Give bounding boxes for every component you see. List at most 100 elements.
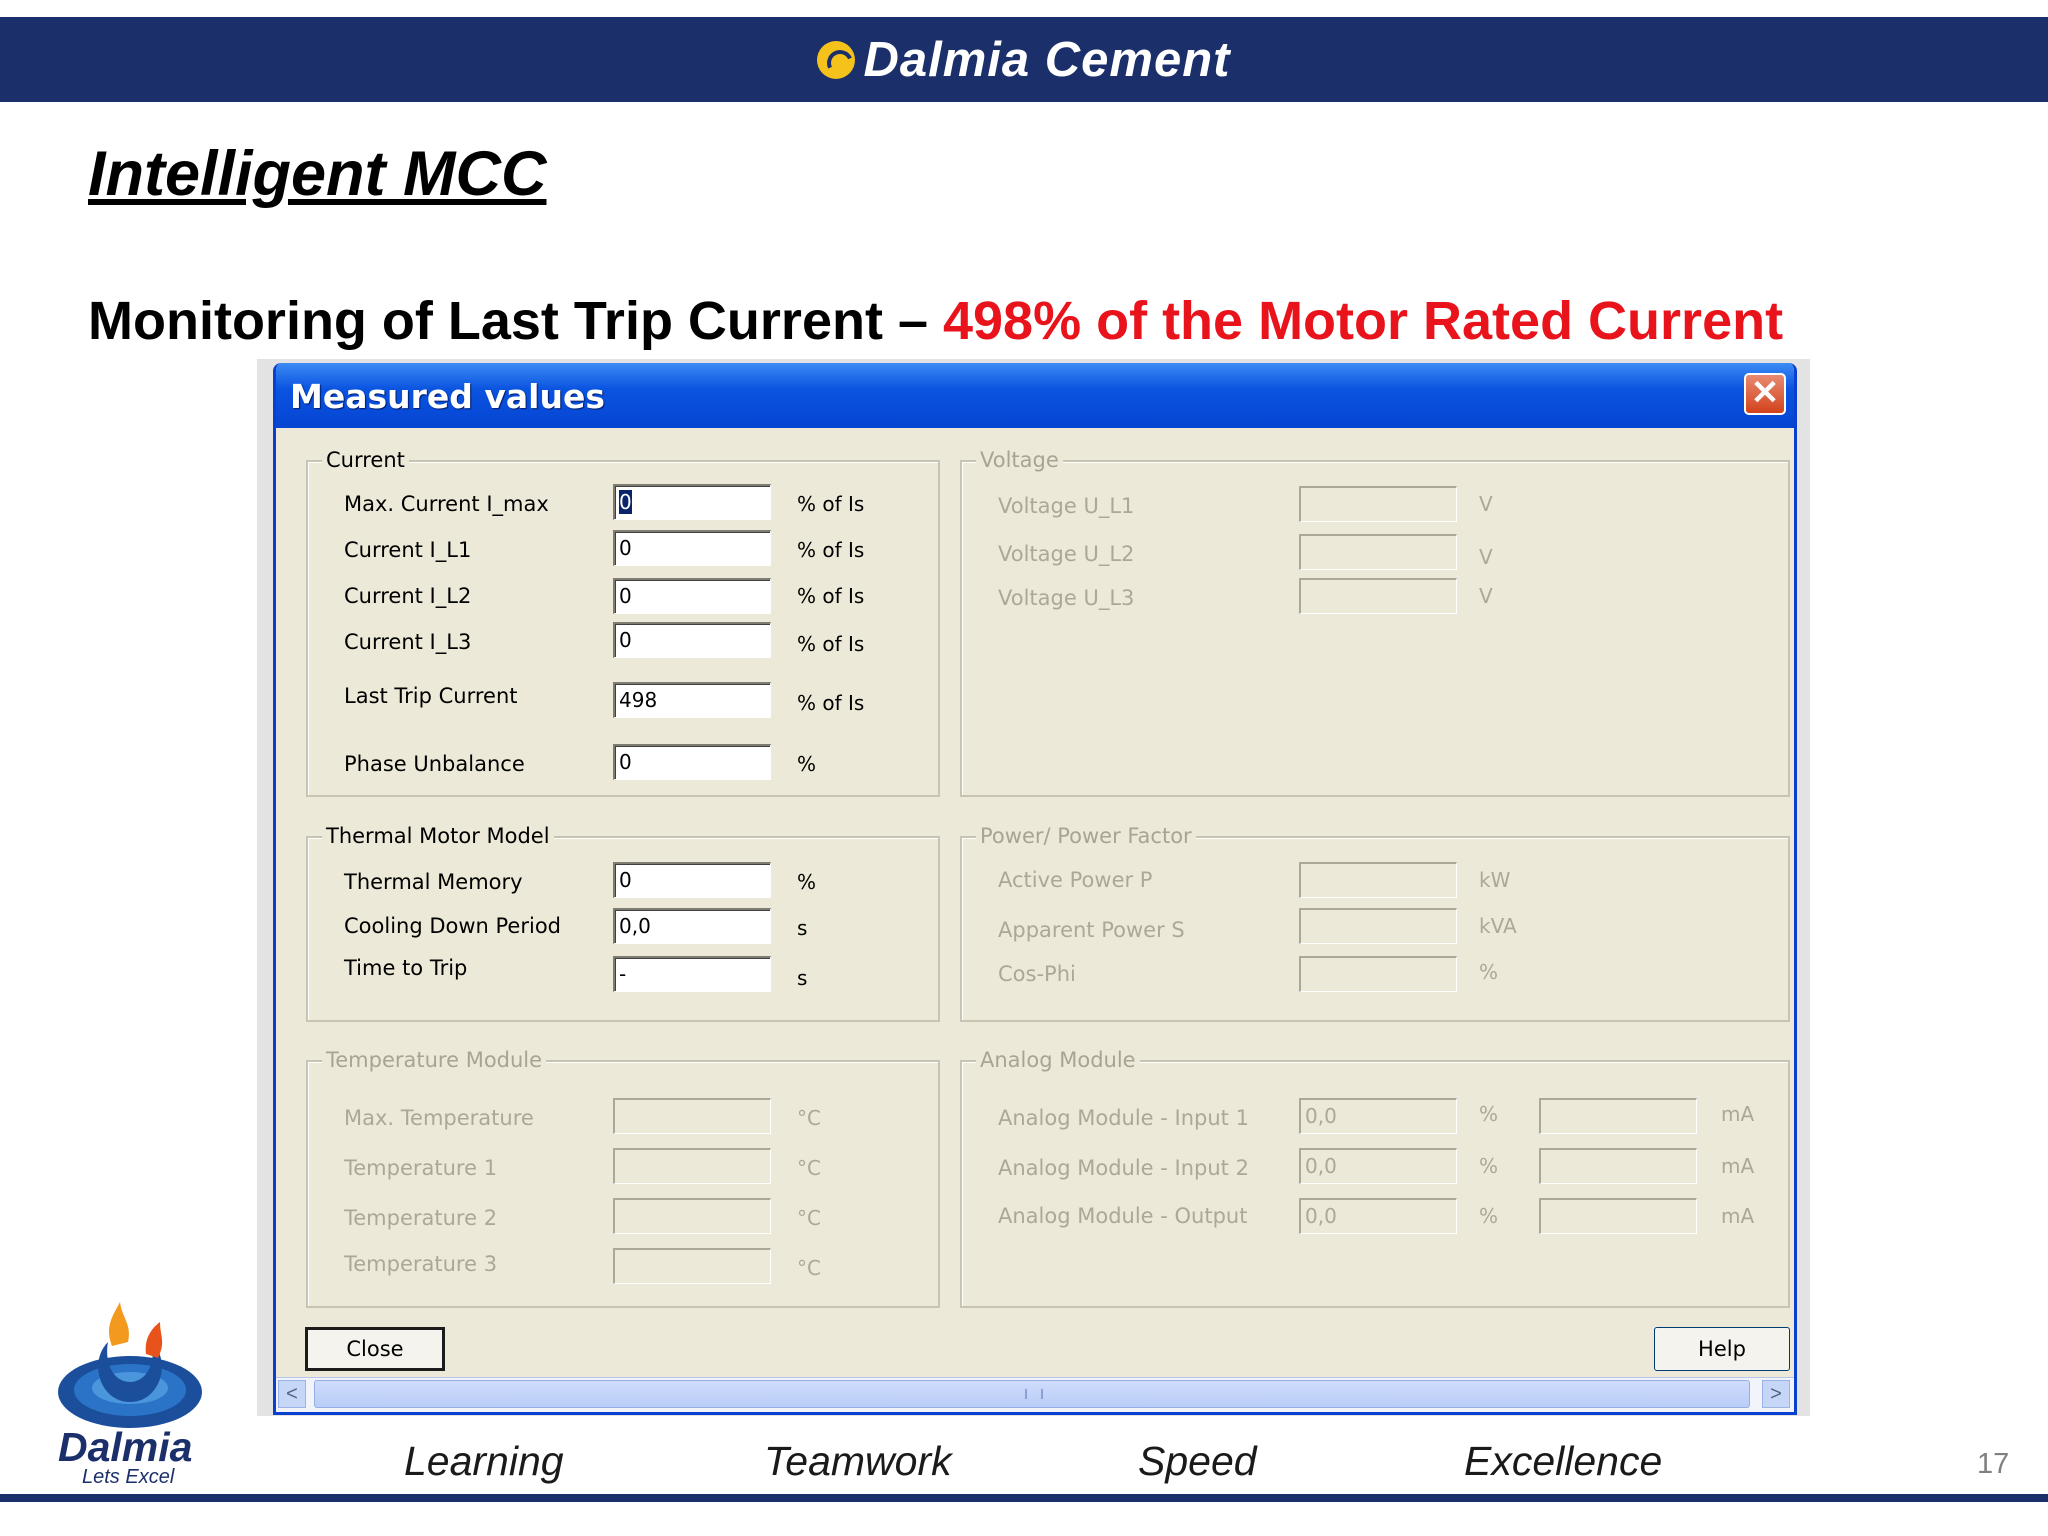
temperature-row-label: Temperature 2 (344, 1206, 498, 1230)
thermal-legend: Thermal Motor Model (322, 824, 554, 848)
active-power-field (1299, 862, 1457, 898)
logo-wordmark: Dalmia (58, 1424, 193, 1470)
scroll-thumb[interactable] (314, 1380, 1750, 1408)
analog-input-2-ma-field (1539, 1148, 1697, 1184)
thermal-row-label: Thermal Memory (344, 870, 523, 894)
current-row-label: Phase Unbalance (344, 752, 525, 776)
slide-subtitle: Monitoring of Last Trip Current – 498% o… (88, 290, 1783, 352)
time-to-trip-field[interactable]: - (613, 956, 771, 992)
current-l3-field[interactable]: 0 (613, 622, 771, 658)
max-temperature-field (613, 1098, 771, 1134)
footer-line (0, 1494, 2048, 1502)
current-row-label: Current I_L3 (344, 630, 472, 654)
subtitle-highlight: 498% of the Motor Rated Current (942, 291, 1784, 351)
dialog-title: Measured values (290, 377, 605, 416)
apparent-power-field (1299, 908, 1457, 944)
power-row-unit: % (1479, 960, 1499, 984)
voltage-row-label: Voltage U_L3 (998, 586, 1135, 610)
voltage-legend: Voltage (976, 448, 1063, 472)
header-banner: Dalmia Cement (0, 17, 2048, 102)
voltage-l2-field (1299, 534, 1457, 570)
current-row-label: Current I_L1 (344, 538, 472, 562)
voltage-row-label: Voltage U_L1 (998, 494, 1135, 518)
analog-legend: Analog Module (976, 1048, 1140, 1072)
dalmia-sun-icon (817, 40, 856, 79)
thermal-memory-field[interactable]: 0 (613, 862, 771, 898)
current-row-label: Last Trip Current (344, 684, 518, 708)
voltage-row-unit: V (1479, 584, 1493, 608)
voltage-l3-field (1299, 578, 1457, 614)
page-title: Intelligent MCC (88, 139, 547, 209)
analog-row-ma-unit: mA (1721, 1154, 1755, 1178)
help-button[interactable]: Help (1654, 1327, 1790, 1371)
logo-tagline: Lets Excel (82, 1466, 175, 1488)
analog-input-1-ma-field (1539, 1098, 1697, 1134)
current-row-label: Max. Current I_max (344, 492, 549, 516)
analog-row-ma-unit: mA (1721, 1102, 1755, 1126)
thermal-row-unit: % (797, 870, 817, 894)
scroll-left-icon[interactable]: < (278, 1380, 306, 1408)
current-l2-field[interactable]: 0 (613, 578, 771, 614)
voltage-row-unit: V (1479, 492, 1493, 516)
current-row-label: Current I_L2 (344, 584, 472, 608)
brand: Dalmia Cement (0, 17, 2048, 102)
last-trip-current-field[interactable]: 498 (613, 682, 771, 718)
subtitle-text: Monitoring of Last Trip Current – (88, 291, 943, 351)
close-button[interactable]: Close (305, 1327, 445, 1371)
thermal-row-unit: s (797, 916, 808, 940)
power-legend: Power/ Power Factor (976, 824, 1196, 848)
analog-input-2-field: 0,0 (1299, 1148, 1457, 1184)
current-row-unit: % of Is (797, 584, 865, 608)
value-excellence: Excellence (1464, 1438, 1663, 1484)
thermal-row-label: Time to Trip (344, 956, 468, 980)
scroll-right-icon[interactable]: > (1762, 1380, 1790, 1408)
current-row-unit: % of Is (797, 538, 865, 562)
cooling-down-field[interactable]: 0,0 (613, 908, 771, 944)
current-l1-field[interactable]: 0 (613, 530, 771, 566)
voltage-l1-field (1299, 486, 1457, 522)
value-teamwork: Teamwork (764, 1438, 952, 1484)
power-row-unit: kW (1479, 868, 1511, 892)
horizontal-scrollbar[interactable]: < > (276, 1377, 1794, 1412)
power-row-label: Active Power P (998, 868, 1153, 892)
temperature-row-label: Temperature 3 (344, 1252, 498, 1276)
close-icon[interactable]: ✕ (1744, 373, 1786, 415)
thermal-row-label: Cooling Down Period (344, 914, 562, 938)
thermal-row-unit: s (797, 966, 808, 990)
analog-output-ma-field (1539, 1198, 1697, 1234)
max-current-value: 0 (619, 490, 632, 514)
current-row-unit: % of Is (797, 492, 865, 516)
temperature-row-unit: °C (797, 1206, 821, 1230)
current-row-unit: % of Is (797, 632, 865, 656)
current-legend: Current (322, 448, 409, 472)
analog-output-field: 0,0 (1299, 1198, 1457, 1234)
power-row-label: Apparent Power S (998, 918, 1185, 942)
power-row-unit: kVA (1479, 914, 1517, 938)
analog-row-label: Analog Module - Input 2 (998, 1156, 1249, 1180)
temperature-row-unit: °C (797, 1256, 821, 1280)
max-current-field[interactable]: 0 (613, 484, 771, 520)
dialog-titlebar[interactable]: Measured values ✕ (276, 363, 1794, 428)
analog-row-unit: % (1479, 1102, 1499, 1126)
page-number: 17 (1977, 1448, 2010, 1480)
grip-icon (1025, 1389, 1043, 1399)
brand-name: Dalmia Cement (863, 32, 1231, 87)
phase-unbalance-field[interactable]: 0 (613, 744, 771, 780)
temperature-row-unit: °C (797, 1156, 821, 1180)
cos-phi-field (1299, 956, 1457, 992)
temperature-2-field (613, 1198, 771, 1234)
temperature-3-field (613, 1248, 771, 1284)
current-row-unit: % of Is (797, 691, 865, 715)
value-learning: Learning (404, 1438, 564, 1484)
temperature-row-label: Temperature 1 (344, 1156, 498, 1180)
temperature-row-unit: °C (797, 1106, 821, 1130)
analog-row-ma-unit: mA (1721, 1204, 1755, 1228)
analog-input-1-field: 0,0 (1299, 1098, 1457, 1134)
value-speed: Speed (1138, 1438, 1257, 1484)
analog-row-label: Analog Module - Output (998, 1204, 1248, 1228)
analog-row-unit: % (1479, 1154, 1499, 1178)
temperature-1-field (613, 1148, 771, 1184)
current-row-unit: % (797, 752, 817, 776)
measured-values-dialog: Measured values ✕ Current Max. Current I… (273, 363, 1797, 1415)
voltage-row-label: Voltage U_L2 (998, 542, 1135, 566)
